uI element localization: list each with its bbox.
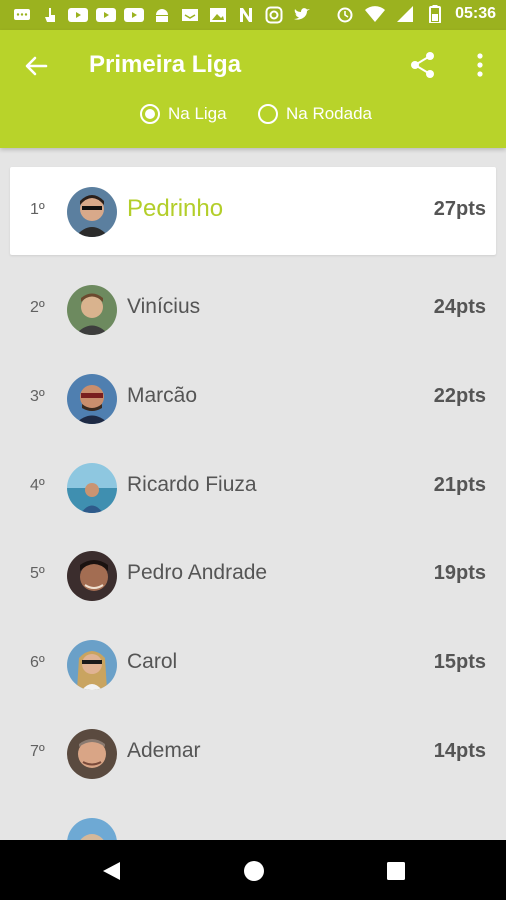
chat-icon bbox=[12, 6, 32, 24]
nav-back-icon[interactable] bbox=[100, 860, 122, 882]
instagram-icon bbox=[264, 6, 284, 24]
app-bar: Primeira Liga Na Liga Na Rodada bbox=[0, 30, 506, 148]
player-points: 19pts bbox=[433, 562, 486, 584]
ranking-row[interactable]: 4º Ricardo Fiuza 21pts bbox=[10, 443, 496, 531]
radio-label: Na Liga bbox=[168, 104, 227, 123]
radio-checked-icon[interactable] bbox=[140, 104, 160, 124]
system-icons: 05:36 bbox=[335, 5, 496, 23]
player-points: 22pts bbox=[433, 385, 486, 407]
wifi-icon bbox=[365, 5, 386, 23]
n-icon bbox=[236, 6, 256, 24]
radio-unchecked-icon[interactable] bbox=[258, 104, 278, 124]
signal-icon bbox=[395, 5, 415, 23]
player-name: Pedro Andrade bbox=[127, 561, 268, 584]
share-icon[interactable] bbox=[409, 51, 437, 79]
player-name: Marcão bbox=[127, 384, 198, 407]
rank-position: 2º bbox=[30, 299, 45, 316]
ranking-row[interactable]: 3º Marcão 22pts bbox=[10, 354, 496, 442]
ranking-row[interactable]: 1º Pedrinho 27pts bbox=[10, 167, 496, 255]
avatar bbox=[67, 640, 117, 690]
player-name: Ademar bbox=[127, 739, 201, 762]
avatar bbox=[67, 285, 117, 335]
rank-position: 4º bbox=[30, 477, 45, 494]
avatar bbox=[67, 551, 117, 601]
image-icon bbox=[208, 6, 228, 24]
navigation-bar bbox=[0, 840, 506, 900]
more-options-icon[interactable] bbox=[470, 51, 490, 79]
nav-home-icon[interactable] bbox=[243, 860, 265, 882]
ranking-row[interactable]: 5º Pedro Andrade 19pts bbox=[10, 531, 496, 619]
radio-label: Na Rodada bbox=[286, 104, 373, 123]
player-points: 27pts bbox=[433, 198, 486, 220]
rank-position: 3º bbox=[30, 388, 45, 405]
player-points: 15pts bbox=[433, 651, 486, 673]
clock-time: 05:36 bbox=[455, 5, 496, 22]
android-icon bbox=[152, 6, 172, 24]
inbox-icon bbox=[180, 6, 200, 24]
ranking-list: 1º Pedrinho 27pts 2º Vinícius 24pts 3º M… bbox=[0, 150, 506, 840]
rank-position: 5º bbox=[30, 565, 45, 582]
filter-radio-group: Na Liga Na Rodada bbox=[0, 104, 506, 136]
back-arrow-icon[interactable] bbox=[22, 52, 50, 80]
alarm-icon bbox=[335, 5, 355, 23]
player-points: 24pts bbox=[433, 296, 486, 318]
ranking-row[interactable]: 7º Ademar 14pts bbox=[10, 709, 496, 797]
youtube-icon bbox=[96, 6, 116, 24]
page-title: Primeira Liga bbox=[89, 51, 242, 78]
player-name: Pedrinho bbox=[127, 195, 224, 222]
twitter-icon bbox=[292, 6, 312, 24]
status-bar: 05:36 bbox=[0, 0, 506, 30]
radio-na-liga[interactable]: Na Liga bbox=[140, 104, 227, 124]
player-points: 21pts bbox=[433, 474, 486, 496]
rank-position: 1º bbox=[30, 201, 45, 218]
avatar bbox=[67, 729, 117, 779]
youtube-icon bbox=[124, 6, 144, 24]
notification-icons bbox=[12, 6, 312, 24]
player-name: Ricardo Fiuza bbox=[127, 473, 257, 496]
youtube-icon bbox=[68, 6, 88, 24]
nav-recent-apps-icon[interactable] bbox=[385, 860, 407, 882]
ranking-row[interactable] bbox=[10, 798, 496, 840]
player-points: 14pts bbox=[433, 740, 486, 762]
player-name: Carol bbox=[127, 650, 178, 673]
player-name: Vinícius bbox=[127, 295, 201, 318]
avatar bbox=[67, 187, 117, 237]
rank-position: 7º bbox=[30, 743, 45, 760]
avatar bbox=[67, 374, 117, 424]
rank-position: 6º bbox=[30, 654, 45, 671]
ranking-row[interactable]: 2º Vinícius 24pts bbox=[10, 265, 496, 353]
battery-icon bbox=[425, 5, 445, 23]
radio-na-rodada[interactable]: Na Rodada bbox=[258, 104, 372, 124]
avatar bbox=[67, 463, 117, 513]
ranking-row[interactable]: 6º Carol 15pts bbox=[10, 620, 496, 708]
avatar bbox=[67, 818, 117, 840]
hand-icon bbox=[40, 6, 60, 24]
